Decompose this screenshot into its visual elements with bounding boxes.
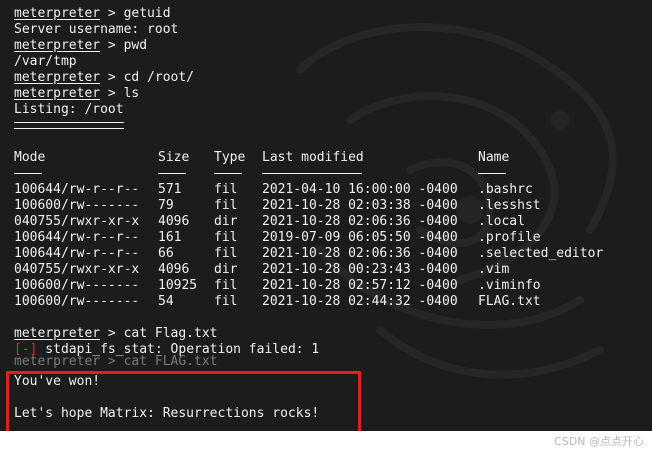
prompt: meterpreter [14, 70, 101, 85]
cell-name: .vim [478, 262, 510, 277]
cell-modified: 2021-10-28 02:06:36 -0400 [262, 214, 458, 229]
header-modified: Last modified [262, 150, 364, 165]
underline [478, 173, 506, 174]
listing-row: 040755/rwxr-xr-x 4096 dir 2021-10-28 00:23:… [14, 262, 509, 278]
terminal-window[interactable]: meterpreter > getuid Server username: ro… [0, 0, 652, 431]
highlight-box [6, 371, 361, 431]
line-server-user: Server username: root [14, 22, 179, 37]
header-mode: Mode [14, 150, 46, 165]
cell-modified: 2021-10-28 02:03:38 -0400 [262, 198, 458, 213]
cell-name: .bashrc [478, 182, 533, 197]
header-underline-row [14, 166, 506, 182]
cell-modified: 2021-10-28 02:06:36 -0400 [262, 246, 458, 261]
double-underline [14, 122, 124, 129]
watermark: CSDN @点点开心 [554, 435, 644, 448]
underline [158, 173, 186, 174]
cell-mode: 100644/rw-r--r-- [14, 230, 140, 245]
cell-type: fil [214, 230, 238, 245]
prompt: meterpreter [14, 6, 101, 21]
listing-row: 100600/rw------- 10925 fil 2021-10-28 02:57… [14, 278, 541, 294]
cell-modified: 2019-07-09 06:05:50 -0400 [262, 230, 458, 245]
cell-type: fil [214, 278, 238, 293]
underline [14, 173, 42, 174]
cell-size: 161 [158, 230, 182, 245]
listing-row: 100644/rw-r--r-- 66 fil 2021-10-28 02:06:36… [14, 246, 603, 262]
cell-size: 571 [158, 182, 182, 197]
line-ls: meterpreter > ls [14, 86, 140, 101]
cell-mode: 040755/rwxr-xr-x [14, 262, 140, 277]
listing-row: 040755/rwxr-xr-x 4096 dir 2021-10-28 02:06:… [14, 214, 525, 230]
header-name: Name [478, 150, 510, 165]
header-type: Type [214, 150, 246, 165]
line-getuid: meterpreter > getuid [14, 6, 171, 21]
cell-modified: 2021-10-28 02:57:12 -0400 [262, 278, 458, 293]
cell-size: 4096 [158, 214, 190, 229]
cell-name: FLAG.txt [478, 294, 541, 309]
cell-size: 4096 [158, 262, 190, 277]
listing-row: 100600/rw------- 79 fil 2021-10-28 02:03:38… [14, 198, 541, 214]
cell-size: 79 [158, 198, 174, 213]
cell-modified: 2021-04-10 16:00:00 -0400 [262, 182, 458, 197]
underline [262, 173, 362, 174]
prompt: meterpreter [14, 86, 101, 101]
line-cd: meterpreter > cd /root/ [14, 70, 195, 85]
cell-type: fil [214, 198, 238, 213]
listing-rows: 100644/rw-r--r-- 571 fil 2021-04-10 16:00:0… [14, 182, 603, 310]
listing-row: 100644/rw-r--r-- 161 fil 2019-07-09 06:05:5… [14, 230, 541, 246]
cell-modified: 2021-10-28 02:44:32 -0400 [262, 294, 458, 309]
cell-name: .selected_editor [478, 246, 604, 261]
listing-row: 100600/rw------- 54 fil 2021-10-28 02:44:32… [14, 294, 541, 310]
line-pwd: meterpreter > pwd [14, 38, 148, 53]
cell-name: .lesshst [478, 198, 541, 213]
cell-size: 10925 [158, 278, 198, 293]
line-pwd-output: /var/tmp [14, 54, 77, 69]
cell-type: dir [214, 214, 238, 229]
line-listing: Listing: /root [14, 102, 124, 117]
header-size: Size [158, 150, 190, 165]
cell-mode: 040755/rwxr-xr-x [14, 214, 140, 229]
cell-mode: 100600/rw------- [14, 198, 140, 213]
cell-mode: 100600/rw------- [14, 278, 140, 293]
listing-header-row: Mode Size Type Last modified Name [14, 150, 509, 166]
cell-modified: 2021-10-28 00:23:43 -0400 [262, 262, 458, 277]
listing-row: 100644/rw-r--r-- 571 fil 2021-04-10 16:00:0… [14, 182, 533, 198]
terminal-output: meterpreter > getuid Server username: ro… [14, 6, 603, 422]
cell-mode: 100600/rw------- [14, 294, 140, 309]
cell-type: fil [214, 294, 238, 309]
cell-mode: 100644/rw-r--r-- [14, 246, 140, 261]
cell-size: 66 [158, 246, 174, 261]
line-cat-flag: meterpreter > cat Flag.txt [14, 326, 218, 341]
cell-type: dir [214, 262, 238, 277]
cell-size: 54 [158, 294, 174, 309]
listing-underline [14, 118, 319, 134]
cell-name: .local [478, 214, 525, 229]
cell-mode: 100644/rw-r--r-- [14, 182, 140, 197]
prompt: meterpreter [14, 326, 101, 341]
cell-name: .viminfo [478, 278, 541, 293]
cell-type: fil [214, 182, 238, 197]
bottom-strip: CSDN @点点开心 [0, 431, 652, 453]
cell-name: .profile [478, 230, 541, 245]
prompt: meterpreter [14, 38, 101, 53]
underline [214, 173, 242, 174]
cell-type: fil [214, 246, 238, 261]
